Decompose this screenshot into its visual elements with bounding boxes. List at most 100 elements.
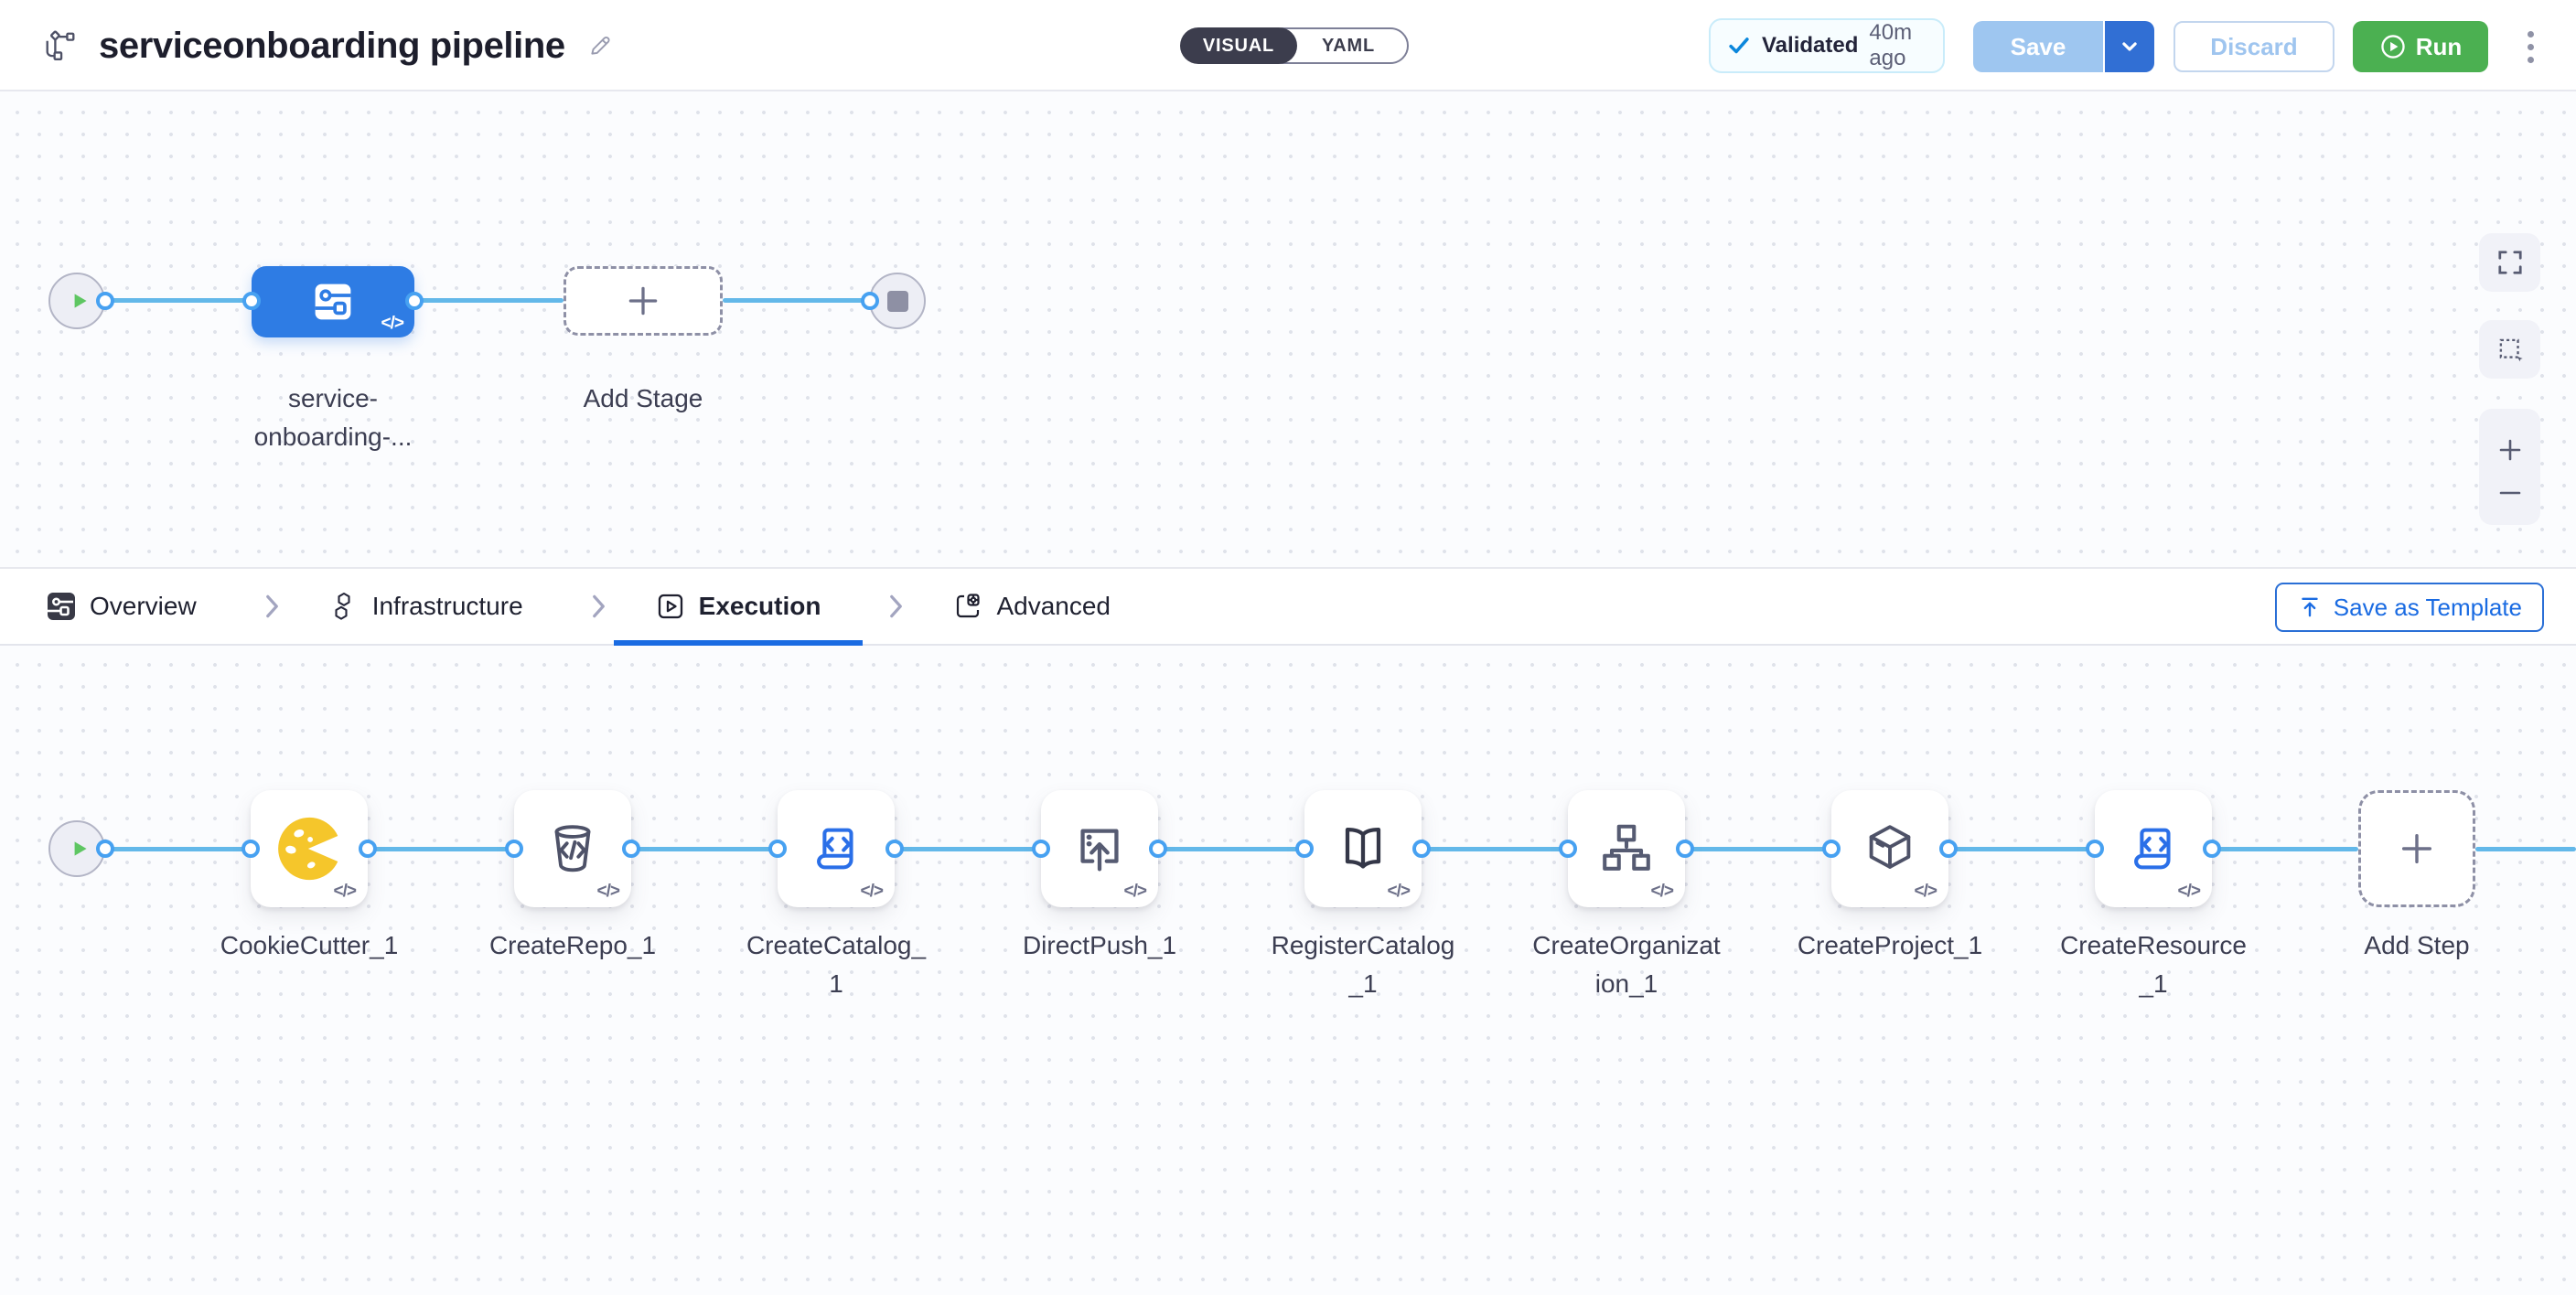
step-label[interactable]: CreateRepo_1 (478, 926, 667, 965)
step-label[interactable]: CreateCatalog_1 (742, 926, 930, 1003)
connector-dot (2203, 840, 2221, 858)
run-button[interactable]: Run (2353, 21, 2488, 72)
tab-advanced[interactable]: Advanced (911, 569, 1153, 644)
run-label: Run (2416, 33, 2463, 61)
step-code-badge[interactable]: </> (2178, 882, 2200, 902)
connector-line (1685, 847, 1831, 851)
step-code-badge[interactable]: </> (1651, 882, 1673, 902)
step-node-CreateResource_1[interactable]: </> (2095, 790, 2212, 907)
page-title: serviceonboarding pipeline (99, 26, 565, 67)
zoom-controls (2479, 409, 2540, 525)
step-label[interactable]: CookieCutter_1 (215, 926, 403, 965)
marquee-select-icon[interactable] (2479, 320, 2540, 379)
stop-icon (887, 291, 908, 312)
execution-canvas[interactable]: </> CookieCutter_1 </> CreateRepo_1 </> Creat… (0, 646, 2576, 1295)
execution-icon (656, 592, 685, 621)
tab-execution[interactable]: Execution (614, 569, 864, 644)
tab-overview[interactable]: Overview (5, 569, 239, 644)
chevron-right-icon (264, 592, 280, 621)
tab-label: Execution (699, 592, 821, 621)
discard-button[interactable]: Discard (2174, 21, 2334, 72)
connector-dot (861, 292, 879, 310)
connector-dot (96, 292, 114, 310)
resource-code-icon (2123, 819, 2184, 879)
validated-badge[interactable]: Validated 40m ago (1709, 18, 1945, 73)
advanced-icon (953, 592, 982, 621)
connector-dot (405, 292, 424, 310)
chevron-right-icon (591, 592, 606, 621)
kebab-menu-icon[interactable] (2512, 27, 2549, 67)
connector-dot (886, 840, 904, 858)
connector-line (723, 298, 870, 303)
direct-push-icon (1069, 819, 1130, 879)
step-label[interactable]: CreateOrganization_1 (1532, 926, 1721, 1003)
connector-dot (505, 840, 523, 858)
edit-pencil-icon[interactable] (587, 33, 613, 59)
fullscreen-icon[interactable] (2479, 233, 2540, 292)
zoom-in-icon[interactable] (2496, 436, 2524, 464)
step-node-CreateOrganization_1[interactable]: </> (1568, 790, 1685, 907)
save-options-caret[interactable] (2103, 21, 2154, 72)
plus-icon (625, 283, 661, 319)
connector-line (2212, 847, 2358, 851)
infrastructure-icon (329, 592, 359, 621)
step-node-DirectPush_1[interactable]: </> (1041, 790, 1158, 907)
header-title-group: serviceonboarding pipeline (44, 0, 613, 91)
step-node-CreateRepo_1[interactable]: </> (514, 790, 631, 907)
add-stage-button[interactable] (564, 266, 723, 336)
step-code-badge[interactable]: </> (1915, 882, 1937, 902)
connector-dot (359, 840, 377, 858)
stage-canvas[interactable]: </> service-onboarding-... Add Stage (0, 93, 2576, 567)
add-step-label[interactable]: Add Step (2323, 926, 2511, 965)
check-icon (1727, 34, 1751, 58)
connector-dot (242, 292, 261, 310)
connector-dot (1822, 840, 1841, 858)
save-button[interactable]: Save (1973, 21, 2103, 72)
toggle-visual[interactable]: VISUAL (1180, 27, 1297, 64)
save-as-template-label: Save as Template (2334, 594, 2522, 622)
zoom-out-icon[interactable] (2496, 487, 2524, 498)
save-as-template-button[interactable]: Save as Template (2275, 583, 2544, 632)
add-step-button[interactable] (2358, 790, 2475, 907)
plus-icon (2398, 829, 2436, 868)
open-book-icon (1333, 819, 1393, 879)
step-code-badge[interactable]: </> (1388, 882, 1410, 902)
play-icon (68, 837, 91, 861)
step-node-CookieCutter_1[interactable]: </> (251, 790, 368, 907)
connector-dot (1149, 840, 1167, 858)
step-code-badge[interactable]: </> (861, 882, 883, 902)
step-label[interactable]: CreateResource_1 (2059, 926, 2248, 1003)
connector-line (1948, 847, 2095, 851)
step-label[interactable]: DirectPush_1 (1005, 926, 1194, 965)
stage-label[interactable]: service-onboarding-... (246, 380, 420, 456)
header: serviceonboarding pipeline YAML VISUAL V… (0, 0, 2576, 91)
connector-dot (1676, 840, 1694, 858)
tab-infrastructure[interactable]: Infrastructure (287, 569, 565, 644)
connector-line (2475, 847, 2576, 851)
connector-line (105, 847, 251, 851)
validated-time: 40m ago (1869, 20, 1927, 71)
connector-line (105, 298, 252, 303)
stage-code-badge[interactable]: </> (381, 314, 403, 334)
step-code-badge[interactable]: </> (334, 882, 356, 902)
step-code-badge[interactable]: </> (1124, 882, 1146, 902)
chevron-down-icon (2120, 37, 2140, 57)
connector-dot (96, 840, 114, 858)
repo-bucket-icon (542, 819, 603, 879)
step-label[interactable]: RegisterCatalog_1 (1269, 926, 1457, 1003)
tab-label: Infrastructure (372, 592, 523, 621)
chevron-right-icon (888, 592, 904, 621)
connector-line (631, 847, 778, 851)
org-chart-icon (1596, 819, 1657, 879)
cube-icon (1860, 819, 1920, 879)
step-label[interactable]: CreateProject_1 (1796, 926, 1984, 965)
step-node-CreateProject_1[interactable]: </> (1831, 790, 1948, 907)
step-node-RegisterCatalog_1[interactable]: </> (1304, 790, 1422, 907)
add-stage-label[interactable]: Add Stage (556, 380, 730, 418)
connector-dot (2086, 840, 2104, 858)
step-code-badge[interactable]: </> (597, 882, 619, 902)
step-node-CreateCatalog_1[interactable]: </> (778, 790, 895, 907)
connector-line (1422, 847, 1568, 851)
connector-dot (768, 840, 787, 858)
stage-node-service-onboarding[interactable]: </> (252, 266, 414, 337)
